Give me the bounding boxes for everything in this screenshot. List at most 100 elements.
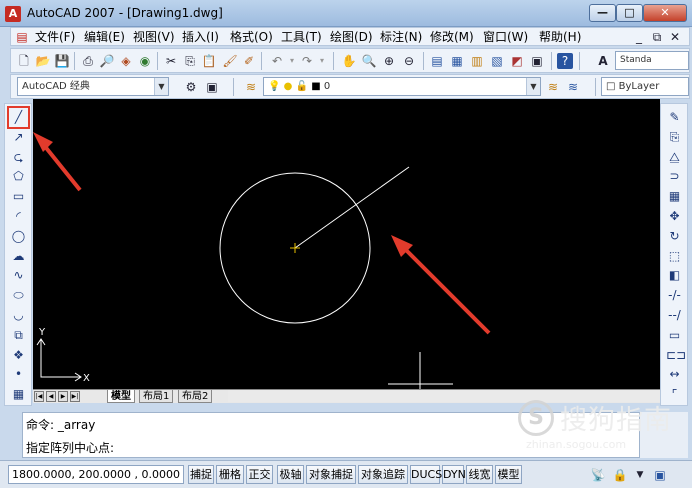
zoom-realtime-icon[interactable]: 🔍 <box>361 53 377 69</box>
close-button[interactable]: ✕ <box>643 4 687 22</box>
snap-toggle[interactable]: 捕捉 <box>188 465 214 484</box>
layer-previous-icon[interactable]: ≋ <box>565 79 581 95</box>
ortho-toggle[interactable]: 正交 <box>246 465 273 484</box>
menu-insert[interactable]: 插入(I) <box>182 29 219 46</box>
ellipse-arc-icon[interactable]: ◡ <box>10 307 27 324</box>
make-block-icon[interactable]: ❖ <box>10 347 27 364</box>
dyn-toggle[interactable]: DYN <box>442 465 466 484</box>
point-icon[interactable]: • <box>10 366 27 383</box>
menu-draw[interactable]: 绘图(D) <box>330 29 373 46</box>
make-object-layer-current-icon[interactable]: ≋ <box>545 79 561 95</box>
menu-format[interactable]: 格式(O) <box>230 29 273 46</box>
menu-dimension[interactable]: 标注(N) <box>380 29 422 46</box>
menu-edit[interactable]: 编辑(E) <box>84 29 125 46</box>
markup-icon[interactable]: ◩ <box>509 53 525 69</box>
menu-help[interactable]: 帮助(H) <box>539 29 581 46</box>
tab-next-button[interactable]: ▶ <box>58 391 68 402</box>
polyline-icon[interactable]: ⮎ <box>10 149 27 166</box>
color-control-combo[interactable]: □ ByLayer <box>601 77 689 96</box>
extend-icon[interactable]: --/ <box>666 307 683 324</box>
layer-properties-icon[interactable]: ≋ <box>243 79 259 95</box>
line-icon[interactable]: ╱ <box>7 106 30 129</box>
text-style-combo[interactable]: Standa <box>615 51 689 70</box>
tab-model[interactable]: 模型 <box>107 390 135 403</box>
help-icon[interactable]: ? <box>557 53 573 69</box>
grid-toggle[interactable]: 栅格 <box>216 465 244 484</box>
rectangle-icon[interactable]: ▭ <box>10 188 27 205</box>
break-at-point-icon[interactable]: ▭ <box>666 327 683 344</box>
properties-icon[interactable]: ▤ <box>429 53 445 69</box>
copy-clip-icon[interactable]: ⎘ <box>182 53 198 69</box>
stretch-icon[interactable]: ◧ <box>666 267 683 284</box>
model-toggle[interactable]: 模型 <box>495 465 522 484</box>
mirror-icon[interactable]: ⧋ <box>666 149 683 166</box>
menu-tools[interactable]: 工具(T) <box>281 29 322 46</box>
communication-center-icon[interactable]: 📡 <box>590 467 606 483</box>
chevron-down-icon[interactable]: ▼ <box>526 78 540 95</box>
move-icon[interactable]: ✥ <box>666 208 683 225</box>
copy-icon[interactable]: ⎘ <box>666 129 683 146</box>
menu-window[interactable]: 窗口(W) <box>483 29 528 46</box>
array-icon[interactable]: ▦ <box>666 188 683 205</box>
menu-modify[interactable]: 修改(M) <box>430 29 474 46</box>
ellipse-icon[interactable]: ⬭ <box>10 287 27 304</box>
circle-icon[interactable]: ◯ <box>10 228 27 245</box>
menu-file[interactable]: 文件(F) <box>35 29 75 46</box>
status-menu-arrow-icon[interactable]: ▼ <box>632 467 648 483</box>
3d-dwf-icon[interactable]: ◉ <box>137 53 153 69</box>
lock-icon[interactable]: 🔒 <box>612 467 628 483</box>
text-style-icon[interactable]: A <box>595 53 611 69</box>
block-editor-icon[interactable]: ✐ <box>241 53 257 69</box>
maximize-button[interactable]: □ <box>616 4 643 22</box>
osnap-toggle[interactable]: 对象捕捉 <box>306 465 356 484</box>
arc-icon[interactable]: ◜ <box>10 208 27 225</box>
design-center-icon[interactable]: ▦ <box>449 53 465 69</box>
revision-cloud-icon[interactable]: ☁ <box>10 248 27 265</box>
doc-minimize-button[interactable]: _ <box>631 29 647 45</box>
cut-icon[interactable]: ✂ <box>163 53 179 69</box>
autocad-app-icon[interactable]: A <box>5 6 21 22</box>
tab-layout2[interactable]: 布局2 <box>178 390 213 403</box>
clean-screen-icon[interactable]: ▣ <box>652 467 668 483</box>
polygon-icon[interactable]: ⬠ <box>10 168 27 185</box>
hatch-icon[interactable]: ▦ <box>10 386 27 403</box>
workspace-settings-icon[interactable]: ⚙ <box>183 79 199 95</box>
doc-restore-button[interactable]: ⧉ <box>649 29 665 45</box>
break-icon[interactable]: ⊏⊐ <box>666 347 686 364</box>
insert-block-icon[interactable]: ⧉ <box>10 327 27 344</box>
command-prompt[interactable]: 指定阵列中心点: <box>26 439 114 456</box>
print-preview-icon[interactable]: 🔎 <box>99 53 115 69</box>
workspace-combo[interactable]: AutoCAD 经典 ▼ <box>17 77 169 96</box>
erase-icon[interactable]: ✎ <box>666 109 683 126</box>
rotate-icon[interactable]: ↻ <box>666 228 683 245</box>
otrack-toggle[interactable]: 对象追踪 <box>358 465 408 484</box>
workspace-save-icon[interactable]: ▣ <box>204 79 220 95</box>
scale-icon[interactable]: ⬚ <box>666 248 683 265</box>
chevron-down-icon[interactable]: ▼ <box>154 78 168 95</box>
open-file-icon[interactable]: 📂 <box>35 53 51 69</box>
offset-icon[interactable]: ⊃ <box>666 168 683 185</box>
minimize-button[interactable]: — <box>589 4 616 22</box>
layer-combo[interactable]: 💡 ● 🔓 ■ 0 ▼ <box>263 77 541 96</box>
construction-line-icon[interactable]: ↗ <box>10 129 27 146</box>
print-icon[interactable]: ⎙ <box>80 53 96 69</box>
save-icon[interactable]: 💾 <box>54 53 70 69</box>
zoom-previous-icon[interactable]: ⊖ <box>401 53 417 69</box>
undo-dropdown-icon[interactable]: ▾ <box>284 53 300 69</box>
document-icon[interactable]: ▤ <box>14 29 30 45</box>
doc-close-button[interactable]: ✕ <box>667 29 683 45</box>
polar-toggle[interactable]: 极轴 <box>277 465 304 484</box>
redo-icon[interactable]: ↷ <box>299 53 315 69</box>
lineweight-toggle[interactable]: 线宽 <box>466 465 493 484</box>
coordinate-readout[interactable]: 1800.0000, 200.0000 , 0.0000 <box>8 465 184 484</box>
trim-icon[interactable]: -/- <box>666 287 683 304</box>
menu-view[interactable]: 视图(V) <box>133 29 175 46</box>
zoom-window-icon[interactable]: ⊕ <box>381 53 397 69</box>
tab-last-button[interactable]: ▶| <box>70 391 80 402</box>
calculator-icon[interactable]: ▣ <box>529 53 545 69</box>
spline-icon[interactable]: ∿ <box>10 267 27 284</box>
tab-first-button[interactable]: |◀ <box>34 391 44 402</box>
redo-dropdown-icon[interactable]: ▾ <box>314 53 330 69</box>
paste-icon[interactable]: 📋 <box>201 53 217 69</box>
tab-layout1[interactable]: 布局1 <box>139 390 174 403</box>
